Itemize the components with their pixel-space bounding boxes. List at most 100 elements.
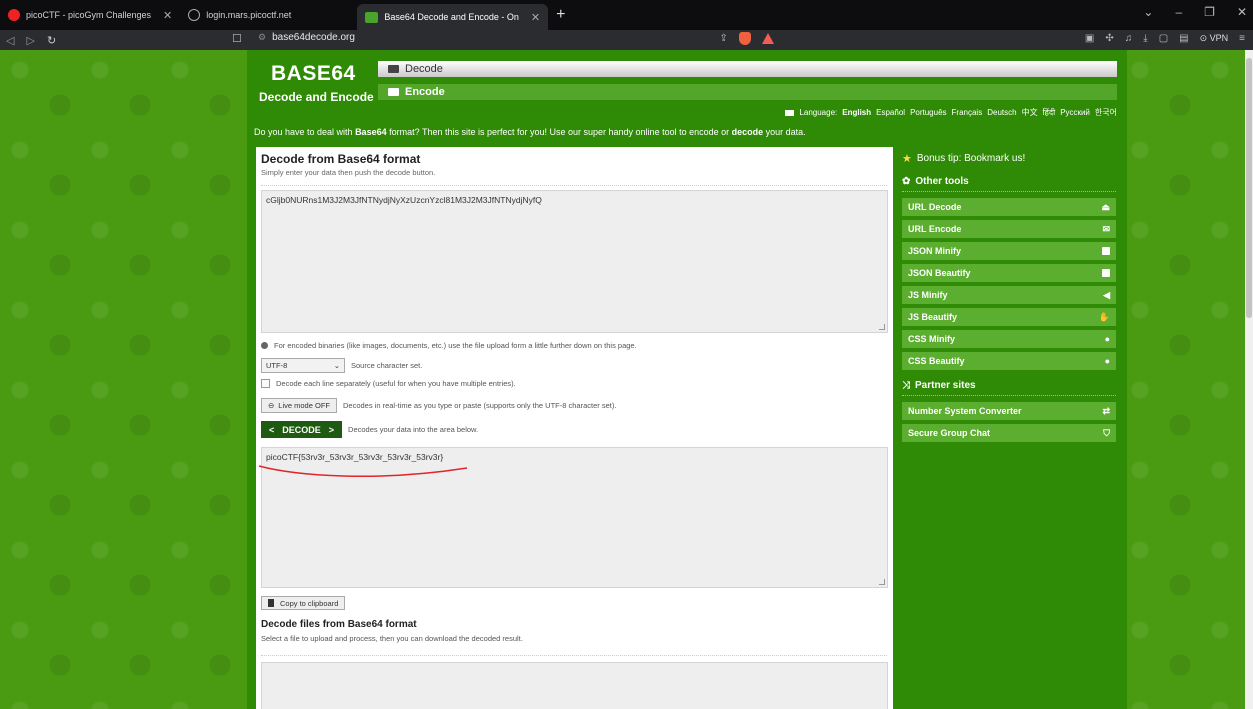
gear-icon: ✿ (902, 176, 911, 187)
language-english[interactable]: English (842, 108, 871, 117)
menu-icon[interactable]: ≡ (1239, 33, 1245, 44)
tool-json-beautify[interactable]: JSON Beautify (902, 264, 1116, 282)
tagline-part: Do you have to deal with (254, 127, 356, 137)
menu-decode-label: Decode (405, 63, 443, 75)
tool-js-minify[interactable]: JS Minify ◀ (902, 286, 1116, 304)
bonus-tip[interactable]: ★ Bonus tip: Bookmark us! (902, 150, 1116, 166)
output-text: picoCTF{53rv3r_53rv3r_53rv3r_53rv3r_53rv… (266, 452, 444, 462)
menu-decode[interactable]: Decode (378, 61, 1117, 77)
language-espanol[interactable]: Español (876, 108, 905, 117)
tagline-part: format? Then this site is perfect for yo… (386, 127, 732, 137)
language-deutsch[interactable]: Deutsch (987, 108, 1016, 117)
restore-icon[interactable]: ❐ (1204, 5, 1215, 19)
file-section-subtitle-row: Select a file to upload and process, the… (261, 634, 523, 643)
language-korean[interactable]: 한국어 (1095, 107, 1117, 118)
brave-rewards-icon[interactable] (761, 33, 774, 44)
page-scrollbar-thumb[interactable] (1246, 58, 1252, 318)
translate-icon[interactable]: ▣ (1085, 33, 1094, 44)
exchange-icon: ⇄ (1102, 405, 1110, 416)
share-icon[interactable]: ⇪ (720, 33, 728, 44)
language-russian[interactable]: Русский (1060, 108, 1090, 117)
playlist-icon[interactable]: ♫ (1125, 33, 1133, 44)
decode-button-label: DECODE (282, 424, 321, 435)
file-section-subtitle: Select a file to upload and process, the… (261, 634, 523, 643)
window-controls: ⌄ – ❐ ✕ (1143, 5, 1247, 19)
each-line-checkbox[interactable] (261, 379, 270, 388)
browser-tab-login[interactable]: login.mars.picoctf.net (180, 3, 299, 27)
charset-select[interactable]: UTF-8 ⌄ (261, 358, 345, 373)
partner-label: Secure Group Chat (908, 428, 991, 438)
minimize-icon[interactable]: – (1175, 5, 1182, 19)
brave-shield-icon[interactable] (738, 32, 751, 45)
close-icon[interactable]: ✕ (531, 11, 540, 24)
envelope-icon: ✉ (1102, 223, 1110, 234)
tab-title: login.mars.picoctf.net (206, 10, 292, 20)
download-icon[interactable]: ⤓ (1143, 33, 1147, 44)
menu-encode[interactable]: Encode (378, 84, 1117, 100)
bonus-tip-text: Bonus tip: Bookmark us! (916, 152, 1026, 164)
copy-row: Copy to clipboard (261, 596, 346, 610)
partner-sites-label: Partner sites (915, 380, 976, 391)
site-settings-icon[interactable]: ⚙ (258, 32, 266, 43)
language-selector: Language: English Español Português Fran… (785, 107, 1117, 118)
tagline-part: your data. (763, 127, 806, 137)
resize-handle-icon[interactable] (879, 324, 885, 330)
back-icon[interactable]: ◁ (0, 34, 20, 47)
tool-url-decode[interactable]: URL Decode ⏏ (902, 198, 1116, 216)
tool-label: CSS Beautify (908, 356, 965, 366)
divider (261, 655, 887, 656)
live-mode-button[interactable]: ⊖ Live mode OFF (261, 398, 337, 413)
decode-button[interactable]: < DECODE > (261, 421, 343, 438)
base64-input-textarea[interactable]: cGljb0NURns1M3J2M3JfNTNydjNyXzUzcnYzcl81… (261, 190, 888, 333)
partner-label: Number System Converter (908, 406, 1022, 416)
circle-icon: ● (1104, 334, 1110, 344)
tool-label: JSON Minify (908, 246, 962, 256)
tool-css-beautify[interactable]: CSS Beautify ● (902, 352, 1116, 370)
file-section-title: Decode files from Base64 format (261, 619, 417, 630)
chevron-left-icon: < (269, 424, 275, 435)
forward-icon[interactable]: ▷ (20, 34, 40, 47)
resize-handle-icon[interactable] (879, 579, 885, 585)
address-bar[interactable]: ⚙ base64decode.org (258, 32, 355, 43)
close-icon[interactable]: ✕ (163, 9, 172, 22)
wallet-icon[interactable]: ▤ (1179, 33, 1188, 44)
language-francais[interactable]: Français (952, 108, 983, 117)
sidebar-icon[interactable]: ▢ (1159, 33, 1168, 44)
live-mode-desc: Decodes in real-time as you type or past… (342, 401, 617, 410)
chevron-down-icon: ⌄ (333, 361, 340, 370)
base64-favicon-icon (365, 11, 379, 23)
tool-url-encode[interactable]: URL Encode ✉ (902, 220, 1116, 238)
globe-icon (188, 9, 201, 21)
partner-number-system-converter[interactable]: Number System Converter ⇄ (902, 402, 1116, 420)
bookmark-icon[interactable]: ☐ (232, 32, 242, 45)
partner-secure-group-chat[interactable]: Secure Group Chat ⛉ (902, 424, 1116, 442)
tool-label: URL Encode (908, 224, 962, 234)
chevron-right-icon: > (328, 424, 335, 435)
info-icon (261, 342, 268, 349)
tool-js-beautify[interactable]: JS Beautify ✋ (902, 308, 1116, 326)
copy-label: Copy to clipboard (280, 598, 339, 608)
hand-icon: ✋ (1098, 311, 1110, 322)
copy-to-clipboard-button[interactable]: Copy to clipboard (261, 596, 346, 610)
extensions-icon[interactable]: ✣ (1105, 33, 1113, 44)
close-window-icon[interactable]: ✕ (1237, 5, 1247, 19)
file-upload-area[interactable] (261, 662, 888, 709)
page-background: BASE64 Decode and Encode Decode Encode L… (0, 50, 1245, 709)
browser-tab-picogym[interactable]: picoCTF - picoGym Challenges ✕ (0, 3, 180, 27)
live-mode-label: Live mode OFF (278, 401, 330, 410)
new-tab-button[interactable]: + (548, 6, 573, 24)
vpn-button[interactable]: ⊙ VPN (1200, 33, 1229, 44)
language-portugues[interactable]: Português (910, 108, 946, 117)
language-chinese[interactable]: 中文 (1022, 107, 1038, 118)
reload-icon[interactable]: ↻ (41, 34, 62, 47)
tool-css-minify[interactable]: CSS Minify ● (902, 330, 1116, 348)
decode-section-title: Decode from Base64 format (261, 152, 421, 166)
tab-title: Base64 Decode and Encode - On (384, 12, 519, 22)
charset-row: UTF-8 ⌄ Source character set. (261, 358, 422, 373)
tool-json-minify[interactable]: JSON Minify (902, 242, 1116, 260)
chevron-down-icon[interactable]: ⌄ (1143, 5, 1153, 19)
language-hindi[interactable]: हिंदी (1043, 107, 1056, 118)
each-line-row: Decode each line separately (useful for … (261, 379, 516, 388)
decoded-output-textarea[interactable]: picoCTF{53rv3r_53rv3r_53rv3r_53rv3r_53rv… (261, 447, 888, 588)
browser-tab-base64[interactable]: Base64 Decode and Encode - On ✕ (357, 4, 549, 30)
